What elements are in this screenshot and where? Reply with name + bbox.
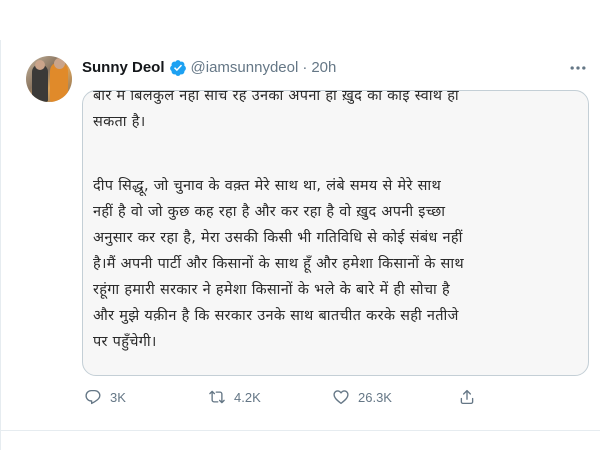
letter-line: और मुझे यक़ीन है कि सरकार उनके साथ बातची… (93, 308, 459, 324)
reply-button[interactable]: 3K (84, 386, 126, 408)
bottom-divider (0, 430, 600, 431)
share-button[interactable] (458, 386, 484, 408)
reply-icon (84, 388, 110, 406)
letter-text: बार मे बिलकुल नहीं सोच रहे उनको अपना ही … (93, 90, 583, 355)
letter-line: अनुसार कर रहा है, मेरा उसकी किसी भी गतिव… (93, 230, 463, 246)
tweet-card: Sunny Deol @iamsunnydeol · 20h बार मे बि… (0, 0, 600, 450)
avatar-head-right (54, 58, 65, 69)
retweet-icon (208, 388, 234, 406)
like-count: 26.3K (358, 389, 392, 405)
letter-line: सकता है। (93, 114, 146, 130)
tweet-header: Sunny Deol @iamsunnydeol · 20h (82, 58, 336, 78)
border-line (0, 40, 1, 450)
retweet-button[interactable]: 4.2K (208, 386, 261, 408)
letter-line: नहीं है वो जो कुछ कह रहा है और कर रहा है… (93, 204, 446, 220)
letter-line: रहूंगा हमारी सरकार ने हमेशा किसानों के भ… (93, 282, 451, 298)
letter-line: है।मैं अपनी पार्टी और किसानों के साथ हूँ… (93, 256, 464, 272)
like-icon (332, 388, 358, 406)
share-icon (458, 388, 484, 406)
avatar[interactable] (26, 56, 72, 102)
letter-line: बार मे बिलकुल नहीं सोच रहे उनको अपना ही … (93, 90, 459, 104)
separator-dot: · (302, 59, 308, 76)
author-handle[interactable]: @iamsunnydeol (191, 58, 299, 78)
tweet-image-letter[interactable]: बार मे बिलकुल नहीं सोच रहे उनको अपना ही … (82, 90, 589, 376)
letter-line: पर पहुँचेगी। (93, 334, 157, 350)
letter-line: दीप सिद्धू, जो चुनाव के वक़्त मेरे साथ थ… (93, 178, 442, 194)
verified-badge-icon (169, 59, 187, 77)
tweet-timestamp[interactable]: 20h (311, 58, 336, 78)
avatar-head-left (35, 60, 45, 70)
reply-count: 3K (110, 389, 126, 405)
author-name[interactable]: Sunny Deol (82, 58, 165, 78)
tweet-actions: 3K 4.2K 26.3K (82, 386, 587, 408)
more-options-icon[interactable] (568, 58, 588, 78)
like-button[interactable]: 26.3K (332, 386, 392, 408)
retweet-count: 4.2K (234, 389, 261, 405)
